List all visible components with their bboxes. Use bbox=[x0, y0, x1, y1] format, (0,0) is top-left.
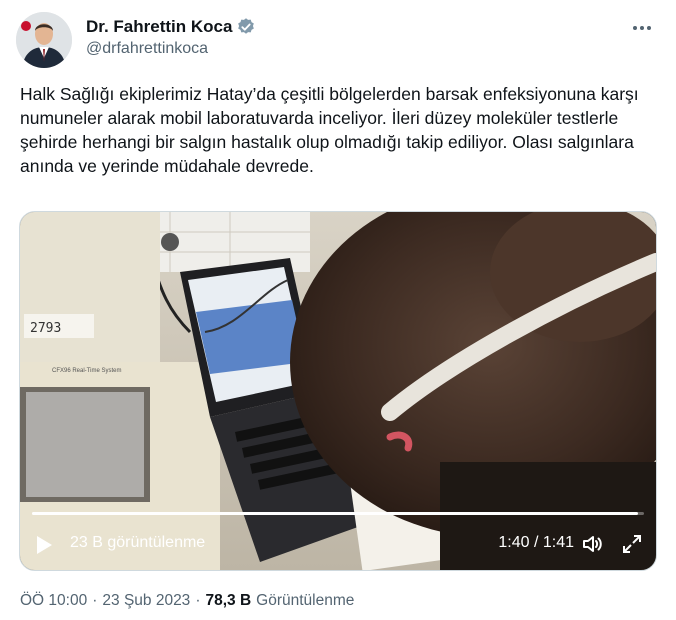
video-time: 1:40 / 1:41 bbox=[498, 534, 574, 551]
fullscreen-icon[interactable] bbox=[620, 532, 644, 556]
avatar-image bbox=[16, 12, 72, 68]
video-controls: 23 B görüntülenme 1:40 / 1:41 bbox=[20, 510, 656, 570]
video-views-label: 23 B görüntülenme bbox=[70, 534, 206, 551]
video-progress-bar[interactable] bbox=[32, 512, 644, 515]
tweet-meta: ÖÖ 10:00 · 23 Şub 2023 · 78,3 B Görüntül… bbox=[20, 592, 354, 610]
avatar[interactable] bbox=[16, 12, 72, 68]
author-handle[interactable]: @drfahrettinkoca bbox=[86, 40, 208, 58]
tweet-views-count: 78,3 B bbox=[205, 592, 252, 609]
tweet-text: Halk Sağlığı ekiplerimiz Hatay’da çeşitl… bbox=[20, 84, 644, 176]
tweet-date[interactable]: 23 Şub 2023 bbox=[102, 592, 190, 610]
tweet-header: Dr. Fahrettin Koca @drfahrettinkoca bbox=[16, 10, 660, 70]
volume-icon[interactable] bbox=[580, 532, 604, 556]
tweet-time[interactable]: ÖÖ 10:00 bbox=[20, 592, 87, 610]
meta-separator: · bbox=[195, 592, 201, 609]
author-name[interactable]: Dr. Fahrettin Koca bbox=[86, 17, 232, 37]
verified-badge-icon bbox=[238, 18, 255, 34]
video-progress-fill bbox=[32, 512, 638, 515]
video-player[interactable]: 2793 CFX96 Real-Time System 23 B görüntü… bbox=[19, 211, 657, 571]
meta-separator: · bbox=[92, 592, 98, 609]
device-label-text: CFX96 Real-Time System bbox=[52, 368, 121, 374]
sample-sticker-text: 2793 bbox=[30, 321, 61, 336]
play-icon[interactable] bbox=[34, 534, 54, 556]
more-options-icon[interactable] bbox=[630, 18, 654, 38]
tweet-views-label: Görüntülenme bbox=[256, 592, 355, 609]
